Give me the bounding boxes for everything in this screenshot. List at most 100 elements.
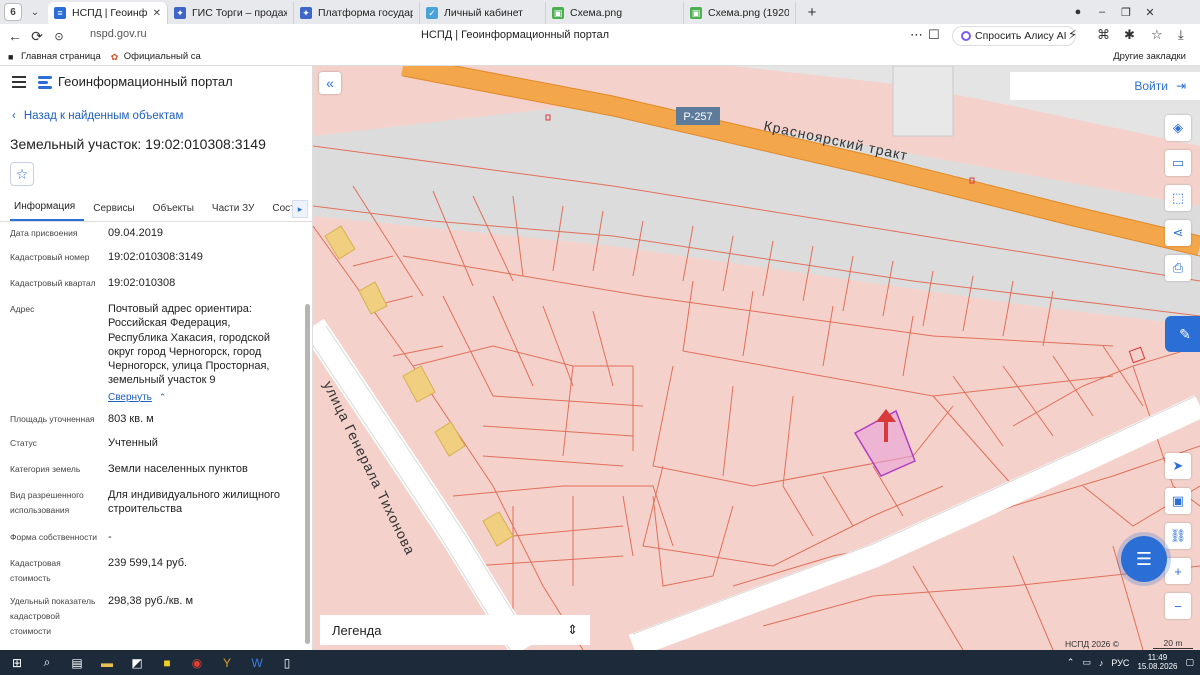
tab-schema-png[interactable]: ▣ Схема.png (546, 2, 684, 24)
sticky-notes-icon[interactable]: ■ (152, 650, 182, 675)
other-bookmarks[interactable]: Другие закладки (1113, 51, 1186, 62)
word-icon[interactable]: W (242, 650, 272, 675)
network-icon[interactable]: ▭ (1082, 657, 1091, 668)
zoom-in-button[interactable]: + (1165, 558, 1191, 584)
panel-tabs: Информация Сервисы Объекты Части ЗУ Сост… (0, 198, 312, 222)
attr-label: Дата присвоения (10, 228, 78, 238)
chevron-up-icon[interactable]: ⌃ (1067, 657, 1075, 668)
bookmarks-bar: ■ Главная страница ✿ Официальный са Друг… (0, 48, 1200, 66)
page-title: НСПД | Геоинформационный портал (420, 29, 610, 41)
language-indicator[interactable]: РУС (1111, 658, 1129, 668)
windows-start-icon[interactable]: ⊞ (2, 650, 32, 675)
chevron-updown-icon: ⇕ (567, 622, 578, 637)
login-button[interactable]: Войти ⇥ (1010, 72, 1200, 100)
app-icon[interactable]: ◩ (122, 650, 152, 675)
layers-button[interactable]: ◈ (1165, 115, 1191, 141)
attr-label: Вид разрешенного использования (10, 490, 84, 515)
back-to-results-link[interactable]: ‹ Назад к найденным объектам (12, 110, 183, 122)
portal-logo-icon (38, 75, 52, 89)
tabs-dropdown-icon[interactable]: ⌄ (26, 3, 44, 21)
tab-counter[interactable]: 6 (4, 3, 22, 21)
menu-icon[interactable] (12, 75, 26, 88)
tab-information[interactable]: Информация (10, 201, 85, 221)
document-icon[interactable]: ▯ (272, 650, 302, 675)
road-badge-text: Р-257 (683, 111, 712, 123)
ask-alisa-button[interactable]: Спросить Алису AI (952, 26, 1076, 46)
zoom-out-button[interactable]: − (1165, 593, 1191, 619)
window-controls: ● – ❐ ✕ (1066, 0, 1162, 24)
cadastral-map[interactable]: Р-257 Красноярский тракт улица Генерала … (313, 66, 1200, 650)
yandex-browser-icon[interactable]: Y (212, 650, 242, 675)
favorite-button[interactable]: ☆ (10, 162, 34, 186)
star-icon: ☆ (15, 165, 29, 182)
print-button[interactable]: ⎙ (1165, 255, 1191, 281)
system-tray: ⌃ ▭ ♪ РУС 11:49 15.08.2026 ▢ (1067, 650, 1194, 675)
new-tab-icon[interactable]: + (802, 2, 822, 22)
address-bar: ← ⟳ ⊙ nspd.gov.ru НСПД | Геоинформационн… (0, 24, 1200, 48)
legend-label: Легенда (332, 622, 382, 638)
tab-title: Личный кабинет (444, 7, 523, 19)
map-point (1128, 346, 1146, 364)
attr-value: Учтенный (108, 437, 158, 449)
collapse-control[interactable]: Свернуть ⌃ (108, 390, 293, 404)
alisa-icon (961, 31, 971, 41)
chat-bubble-icon: ✎ (1179, 325, 1191, 342)
download-icon[interactable]: ⤓ (1178, 27, 1184, 43)
bookmark-official[interactable]: ✿ Официальный са (111, 51, 201, 62)
bookmark-home[interactable]: ■ Главная страница (8, 51, 101, 62)
file-explorer-icon[interactable]: ▬ (92, 650, 122, 675)
tab-title: НСПД | Геоинформаци (72, 7, 147, 19)
map-canvas[interactable]: Р-257 Красноярский тракт улица Генерала … (313, 66, 1200, 650)
collapse-link[interactable]: Свернуть (108, 392, 152, 403)
tab-services[interactable]: Сервисы (84, 203, 143, 221)
select-area-button[interactable]: ⬚ (1165, 185, 1191, 211)
minimize-icon[interactable]: – (1090, 6, 1114, 18)
attr-label: Адрес (10, 304, 35, 314)
volume-icon[interactable]: ♪ (1099, 658, 1104, 668)
tab-parts[interactable]: Части ЗУ (203, 203, 263, 221)
collapse-panel-button[interactable]: « (319, 72, 341, 94)
chat-button[interactable]: ☰ (1121, 536, 1167, 582)
bookmark-icon: ✿ (110, 51, 119, 62)
share-icon: ⋖ (1172, 225, 1184, 240)
attr-value: Почтовый адрес ориентира: Российская Фед… (108, 302, 293, 404)
attr-label: Статус (10, 438, 37, 448)
tab-personal-account[interactable]: ✓ Личный кабинет (420, 2, 546, 24)
close-tab-icon[interactable]: ✕ (153, 8, 161, 19)
close-window-icon[interactable]: ✕ (1138, 6, 1162, 19)
notifications-icon[interactable]: ▢ (1185, 657, 1194, 668)
portal-title: Геоинформационный портал (58, 74, 233, 89)
extensions-icon[interactable]: ✱ (1124, 27, 1135, 43)
star-icon[interactable]: ☆ (1151, 27, 1163, 43)
minimap-button[interactable]: ▣ (1165, 488, 1191, 514)
profile-dot-icon[interactable]: ● (1066, 6, 1090, 18)
more-icon[interactable]: ⋯ (910, 27, 923, 43)
link-button[interactable]: ⛓ (1165, 523, 1191, 549)
bookmark-label: Официальный са (123, 51, 201, 62)
assistant-side-button[interactable]: ✎ (1165, 316, 1200, 352)
bookmark-icon[interactable]: ☐ (928, 27, 940, 43)
measure-button[interactable]: ▭ (1165, 150, 1191, 176)
search-icon[interactable]: ⌕ (32, 650, 62, 675)
chrome-icon[interactable]: ◉ (182, 650, 212, 675)
geolocation-button[interactable]: ➤ (1165, 453, 1191, 479)
tab-schema-png-full[interactable]: ▣ Схема.png (1920×1080) (684, 2, 796, 24)
translate-icon[interactable]: ⌘ (1097, 27, 1110, 43)
attr-value: Для индивидуального жилищного строительс… (108, 489, 281, 516)
tab-gis-torgi[interactable]: ✦ ГИС Торги – продажи гос (168, 2, 294, 24)
panel-scrollbar[interactable] (305, 226, 310, 646)
restore-icon[interactable]: ❐ (1114, 6, 1138, 19)
bolt-icon[interactable]: ⚡ (1068, 27, 1077, 43)
share-button[interactable]: ⋖ (1165, 220, 1191, 246)
attr-label: Категория земель (10, 464, 81, 474)
bookmark-icon: ■ (8, 51, 14, 62)
legend-dropdown[interactable]: Легенда ⇕ (320, 615, 590, 645)
tab-objects[interactable]: Объекты (144, 203, 203, 221)
task-view-icon[interactable]: ▤ (62, 650, 92, 675)
tab-gosuslugi-platform[interactable]: ✦ Платформа государстве (294, 2, 420, 24)
clock[interactable]: 11:49 15.08.2026 (1137, 653, 1177, 672)
chevron-left-icon: ‹ (12, 110, 16, 122)
object-title: Земельный участок: 19:02:010308:3149 (10, 136, 266, 152)
tabs-scroll-right-icon[interactable]: ▸ (292, 200, 308, 218)
tab-nspd[interactable]: ≡ НСПД | Геоинформаци ✕ (48, 2, 168, 24)
